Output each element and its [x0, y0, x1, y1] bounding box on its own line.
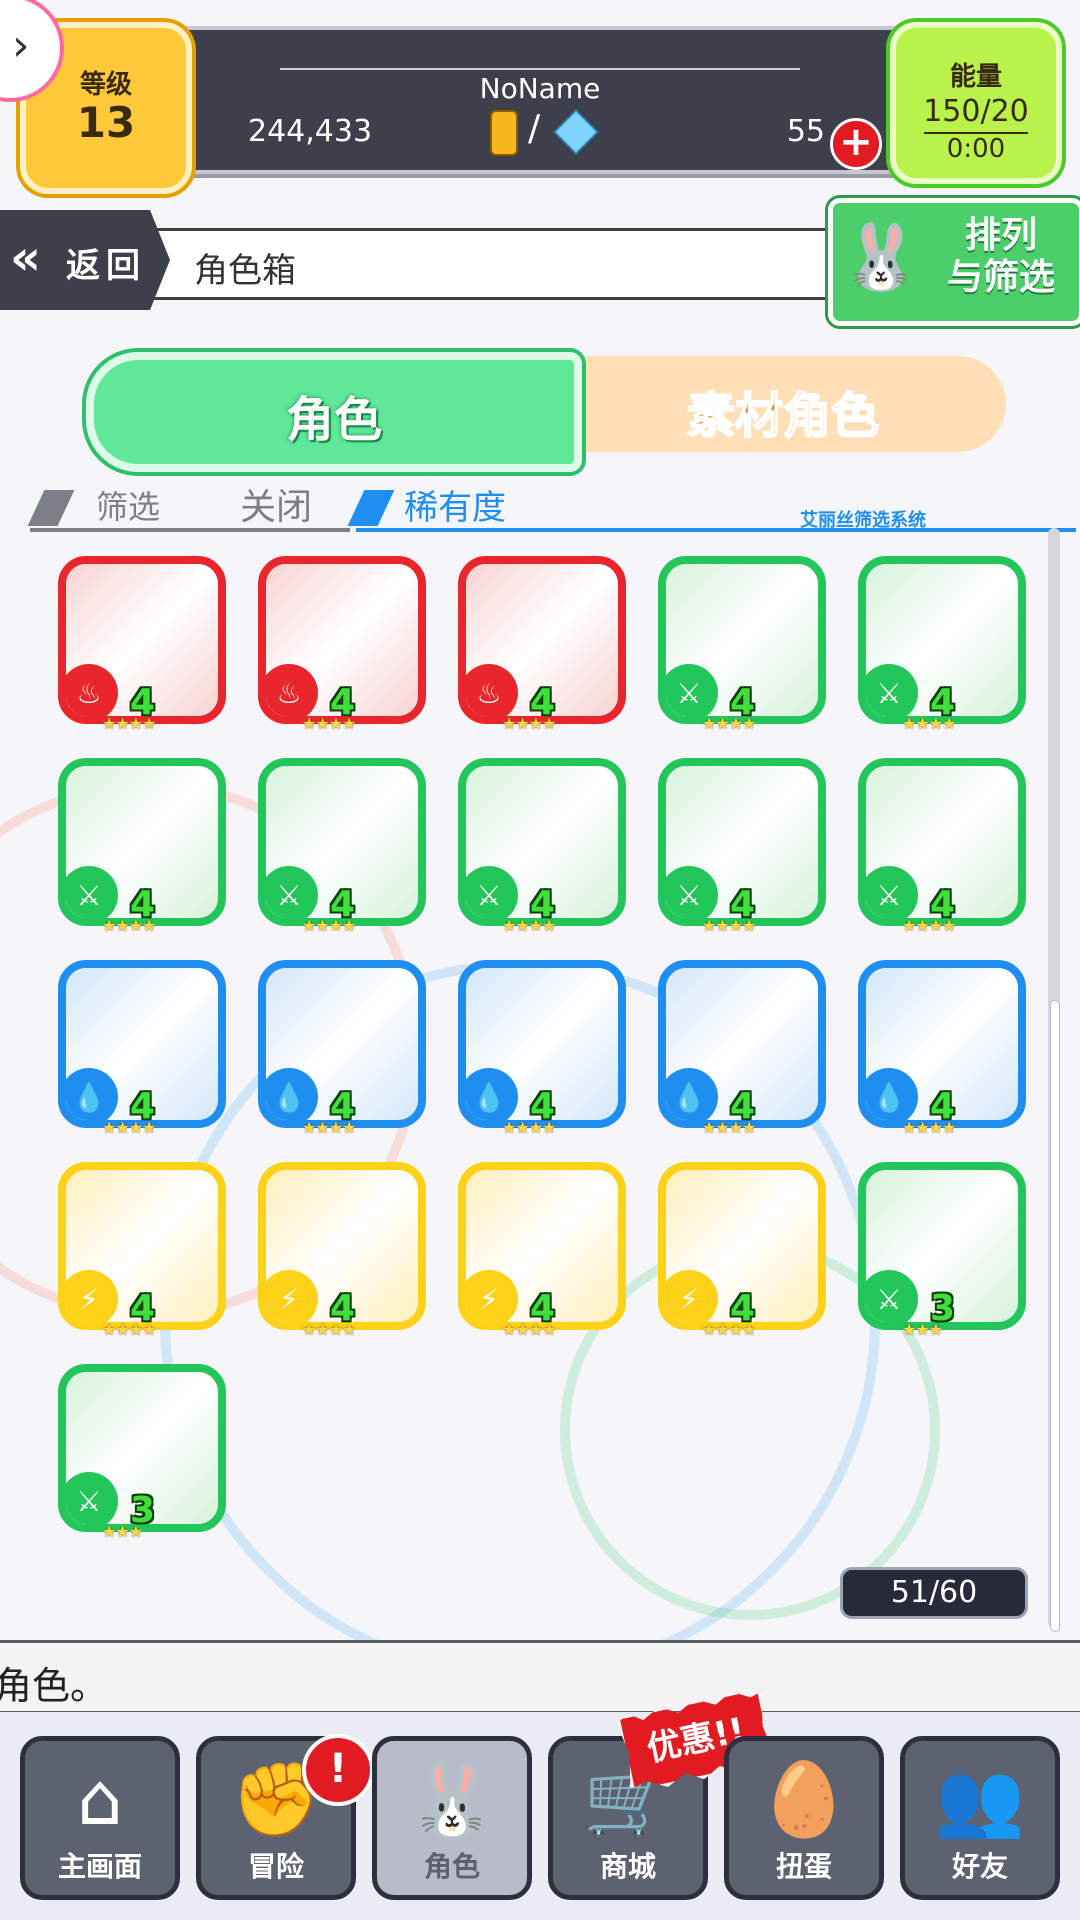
divider [30, 528, 350, 532]
divider [356, 528, 1076, 532]
tab-label: 角色 [285, 392, 382, 448]
energy-timer: 0:00 [946, 134, 1006, 164]
rarity-stars: ★★★★ [502, 1118, 556, 1137]
nav-label: 冒险 [247, 1850, 304, 1883]
back-button[interactable]: « 返回 [0, 210, 170, 310]
rarity-stars: ★★★ [902, 1320, 943, 1339]
home-icon: ⌂ [77, 1757, 123, 1841]
nav-gacha-button[interactable]: 🥚 扭蛋 [724, 1736, 884, 1900]
currency-separator: / [528, 108, 541, 149]
rarity-stars: ★★★★ [502, 1320, 556, 1339]
chevron-right-icon: › [12, 20, 30, 71]
rarity-stars: ★★★★ [302, 1118, 356, 1137]
rarity-stars: ★★★★ [502, 916, 556, 935]
status-header: NoName 244,433 / 55 + 等级 13 › 能量 150/20 … [0, 0, 1080, 194]
egg-icon: 🥚 [759, 1757, 849, 1841]
tab-label: 素材角色 [686, 387, 880, 445]
nav-characters-button[interactable]: 🐰 角色 [372, 1736, 532, 1900]
page-title: 角色箱 [194, 251, 296, 291]
scrollbar-thumb[interactable] [1050, 1000, 1060, 1632]
sort-filter-label: 排列 [964, 215, 1037, 256]
rarity-stars: ★★★★ [902, 916, 956, 935]
gem-count: 55 [786, 114, 825, 149]
energy-label: 能量 [949, 62, 1002, 92]
stripe-icon [347, 490, 395, 526]
rarity-stars: ★★★★ [502, 714, 556, 733]
rarity-stars: ★★★★ [702, 1320, 756, 1339]
gold-amount: 244,433 [248, 114, 373, 149]
double-chevron-left-icon: « [10, 230, 42, 286]
rarity-stars: ★★★★ [702, 1118, 756, 1137]
rarity-stars: ★★★★ [102, 1320, 156, 1339]
buy-gems-plus-icon[interactable]: + [830, 118, 882, 170]
message-bar: 角色。 [0, 1640, 1080, 1714]
message-text: 角色。 [0, 1664, 109, 1708]
energy-panel: 能量 150/20 0:00 [890, 22, 1062, 184]
nav-label: 扭蛋 [775, 1850, 832, 1883]
nav-label: 主画面 [57, 1850, 142, 1883]
sort-rarity-button[interactable]: 稀有度 [404, 480, 506, 529]
filter-toggle[interactable]: 关闭 [240, 478, 312, 530]
rabbit-icon: 🐰 [407, 1757, 497, 1841]
back-label: 返回 [66, 246, 146, 286]
rarity-stars: ★★★★ [902, 714, 956, 733]
rarity-stars: ★★★★ [102, 714, 156, 733]
coin-icon [490, 110, 518, 156]
sort-filter-button[interactable]: 🐰 排列 与筛选 [828, 198, 1080, 326]
filter-row: 筛选 关闭 稀有度 艾丽丝筛选系统 [27, 478, 1080, 538]
player-name: NoName [479, 72, 601, 105]
nav-label: 角色 [423, 1850, 480, 1883]
filter-label: 筛选 [96, 488, 161, 526]
notification-badge: ! [302, 1734, 374, 1806]
rabbit-icon: 🐰 [841, 221, 921, 295]
rarity-stars: ★★★★ [102, 916, 156, 935]
rarity-stars: ★★★★ [702, 714, 756, 733]
energy-value: 150/20 [923, 94, 1029, 129]
rarity-stars: ★★★★ [902, 1118, 956, 1137]
nav-label: 商城 [599, 1850, 656, 1883]
nav-friends-button[interactable]: 👥 好友 [900, 1736, 1060, 1900]
level-value: 13 [76, 98, 136, 147]
divider [280, 68, 800, 70]
rarity-stars: ★★★★ [702, 916, 756, 935]
tab-material-characters[interactable]: 素材角色 [520, 356, 1006, 452]
system-label: 艾丽丝筛选系统 [800, 510, 926, 531]
box-capacity: 51/60 [840, 1567, 1028, 1619]
rarity-stars: ★★★★ [302, 1320, 356, 1339]
sort-filter-label: 与筛选 [946, 257, 1055, 298]
rarity-stars: ★★★★ [302, 714, 356, 733]
rarity-stars: ★★★★ [102, 1118, 156, 1137]
tab-characters[interactable]: 角色 [86, 352, 582, 472]
rarity-stars: ★★★ [102, 1522, 143, 1541]
friends-icon: 👥 [935, 1757, 1025, 1841]
rarity-stars: ★★★★ [302, 916, 356, 935]
stripe-icon [27, 490, 75, 526]
nav-home-button[interactable]: ⌂ 主画面 [20, 1736, 180, 1900]
nav-label: 好友 [951, 1850, 1008, 1883]
